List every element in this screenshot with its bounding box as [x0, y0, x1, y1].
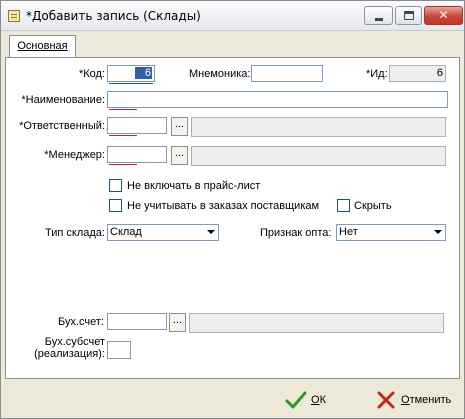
name-required-mark [109, 109, 137, 110]
account-field[interactable] [107, 313, 167, 330]
tab-main[interactable]: Основная [9, 35, 76, 58]
code-field[interactable]: 6 [107, 65, 155, 82]
maximize-icon [404, 11, 414, 20]
name-label: *Наименование: [21, 94, 105, 106]
close-button[interactable]: ✕ [424, 6, 463, 25]
account-label: Бух.счет: [58, 316, 104, 328]
warehouse-type-value: Склад [110, 226, 142, 238]
manager-display [191, 146, 446, 166]
account-display [189, 313, 444, 333]
subaccount-field[interactable] [107, 341, 131, 359]
hide-checkbox[interactable] [337, 199, 350, 212]
wholesale-label: Признак опта: [260, 227, 332, 239]
manager-lookup-button[interactable]: ... [171, 146, 188, 165]
cancel-label: Отменить [401, 394, 452, 406]
hide-label: Скрыть [354, 200, 392, 212]
close-icon: ✕ [438, 8, 449, 22]
cross-icon [377, 391, 395, 409]
responsible-required-mark [109, 135, 137, 136]
warehouse-type-select[interactable]: Склад [107, 224, 219, 241]
window-title: *Добавить запись (Склады) [26, 9, 201, 23]
exclude-orders-checkbox[interactable] [109, 199, 122, 212]
ok-label: ОК [311, 394, 326, 406]
manager-label: *Менеджер: [44, 149, 105, 161]
responsible-field[interactable] [107, 117, 167, 134]
code-value: 6 [134, 67, 152, 79]
name-field[interactable] [107, 91, 448, 108]
exclude-orders-label: Не учитывать в заказах поставщикам [127, 200, 320, 212]
tab-main-label: Основная [17, 40, 68, 52]
subaccount-label-line2: (реализация): [34, 348, 105, 360]
id-field: 6 [389, 65, 446, 82]
mnemonic-field[interactable] [251, 65, 323, 82]
maximize-button[interactable] [395, 6, 422, 25]
exclude-price-label: Не включать в прайс-лист [127, 180, 261, 192]
dialog-window: *Добавить запись (Склады) ✕ Основная *Ко… [0, 0, 465, 419]
mnemonic-label: Мнемоника: [189, 68, 251, 80]
checkmark-icon [285, 391, 307, 409]
code-focus-underline [109, 83, 153, 84]
code-label: *Код: [78, 68, 105, 80]
chevron-down-icon[interactable] [430, 225, 445, 240]
responsible-lookup-button[interactable]: ... [171, 117, 188, 136]
exclude-price-checkbox[interactable] [109, 179, 122, 192]
ok-button[interactable]: ОК [285, 387, 345, 413]
warehouse-type-label: Тип склада: [45, 227, 105, 239]
minimize-icon [375, 18, 383, 21]
cancel-button[interactable]: Отменить [375, 387, 459, 413]
title-bar[interactable]: *Добавить запись (Склады) ✕ [1, 1, 464, 31]
form-icon [8, 10, 20, 22]
chevron-down-icon[interactable] [203, 225, 218, 240]
responsible-display [191, 117, 446, 137]
minimize-button[interactable] [364, 6, 393, 25]
account-lookup-button[interactable]: ... [169, 313, 186, 332]
wholesale-value: Нет [339, 226, 358, 238]
manager-required-mark [109, 164, 137, 165]
wholesale-select[interactable]: Нет [336, 224, 446, 241]
responsible-label: *Ответственный: [19, 120, 105, 132]
manager-field[interactable] [107, 146, 167, 163]
id-label: *Ид: [366, 68, 388, 80]
